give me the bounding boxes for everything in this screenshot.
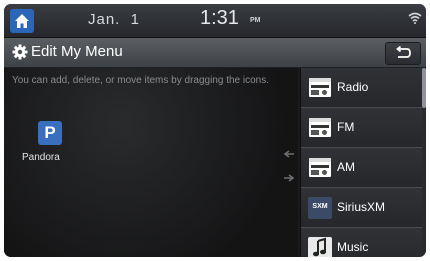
available-item-pandora[interactable]: P Pandora — [22, 121, 82, 171]
status-bar: Jan. 1 1:31 PM — [4, 4, 426, 38]
title-bar: Edit My Menu — [4, 38, 426, 68]
radio-icon — [309, 158, 331, 177]
pandora-icon: P — [38, 121, 62, 145]
drag-arrows-icon — [283, 150, 295, 182]
clock-ampm: PM — [250, 17, 261, 24]
menu-item-music[interactable]: Music — [301, 228, 423, 257]
available-items-panel: You can add, delete, or move items by dr… — [4, 68, 298, 257]
home-icon — [15, 14, 29, 28]
menu-scrollbar[interactable] — [422, 68, 426, 257]
menu-item-label: Music — [337, 240, 369, 254]
available-item-label: Pandora — [22, 152, 60, 163]
radio-icon — [309, 118, 331, 137]
menu-item-siriusxm[interactable]: SXM SiriusXM — [301, 188, 423, 228]
page-title: Edit My Menu — [31, 43, 123, 60]
back-arrow-icon — [396, 46, 411, 58]
siriusxm-icon: SXM — [308, 197, 332, 219]
menu-item-radio[interactable]: Radio — [301, 68, 423, 108]
menu-item-fm[interactable]: FM — [301, 108, 423, 148]
head-unit-screen: Jan. 1 1:31 PM Edit My Menu You can add,… — [4, 4, 426, 257]
radio-icon — [309, 78, 331, 97]
menu-item-am[interactable]: AM — [301, 148, 423, 188]
menu-item-label: FM — [337, 120, 355, 134]
menu-item-label: Radio — [337, 80, 369, 94]
menu-item-label: AM — [337, 160, 355, 174]
menu-item-label: SiriusXM — [337, 200, 386, 214]
siriusxm-icon-text: SXM — [312, 203, 328, 210]
home-button[interactable] — [10, 9, 34, 33]
scrollbar-thumb[interactable] — [422, 68, 426, 108]
gear-icon — [12, 44, 28, 60]
wifi-icon — [408, 12, 422, 24]
date-display: Jan. 1 — [88, 11, 141, 28]
clock-time: 1:31 — [200, 7, 239, 29]
music-note-icon — [308, 237, 332, 257]
my-menu-list: Radio FM AM SXM SiriusXM Music — [300, 68, 426, 257]
back-button[interactable] — [385, 42, 421, 65]
instruction-text: You can add, delete, or move items by dr… — [12, 75, 270, 86]
